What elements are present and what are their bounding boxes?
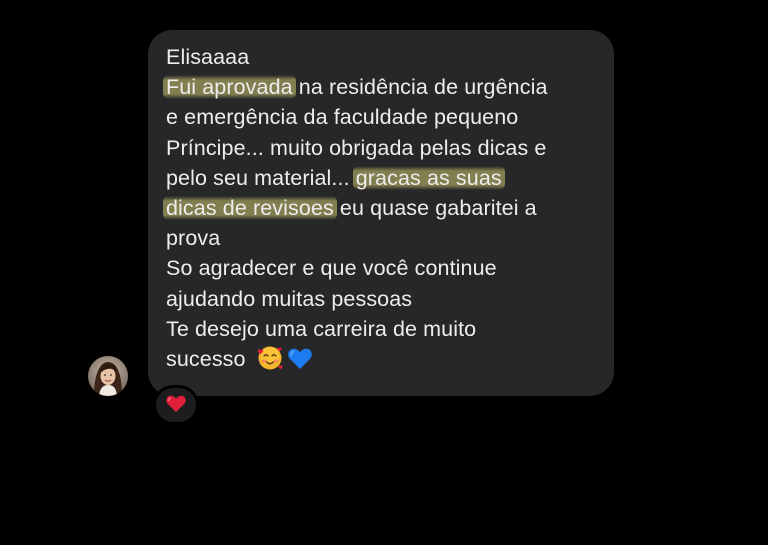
message-text: pelo seu material... [166,165,356,190]
message-bubble[interactable]: Elisaaaa Fui aprovada na residência de u… [148,30,614,396]
message-line: Príncipe... muito obrigada pelas dicas e [166,135,547,160]
message-line: pelo seu material... gracas as suas [166,163,598,193]
message-text: na residência de urgência [292,75,548,100]
highlighted-text: Fui aprovada [163,75,296,100]
red-heart-icon [165,393,187,418]
message-line: e emergência da faculdade pequeno [166,105,519,130]
message-text: eu quase gabaritei a [333,196,537,221]
message-line: Te desejo uma carreira de muito [166,316,477,341]
blue-heart-icon [286,344,314,372]
message-text: sucesso [166,347,246,372]
message-line: prova [166,226,221,251]
highlighted-text: dicas de revisoes [163,196,337,221]
message-line: So agradecer e que você continue [166,256,497,281]
smiling-face-with-hearts-icon [256,344,284,372]
message-line: ajudando muitas pessoas [166,286,413,311]
reaction-badge[interactable] [153,385,199,425]
highlighted-text: gracas as suas [352,165,505,190]
message-line: Fui aprovada na residência de urgência [163,72,598,102]
message-line: sucesso [166,344,598,374]
message-line: dicas de revisoes eu quase gabaritei a [163,193,598,223]
reaction-badge-inner [156,388,196,422]
sender-avatar[interactable] [88,356,128,396]
message-line: Elisaaaa [166,45,250,69]
